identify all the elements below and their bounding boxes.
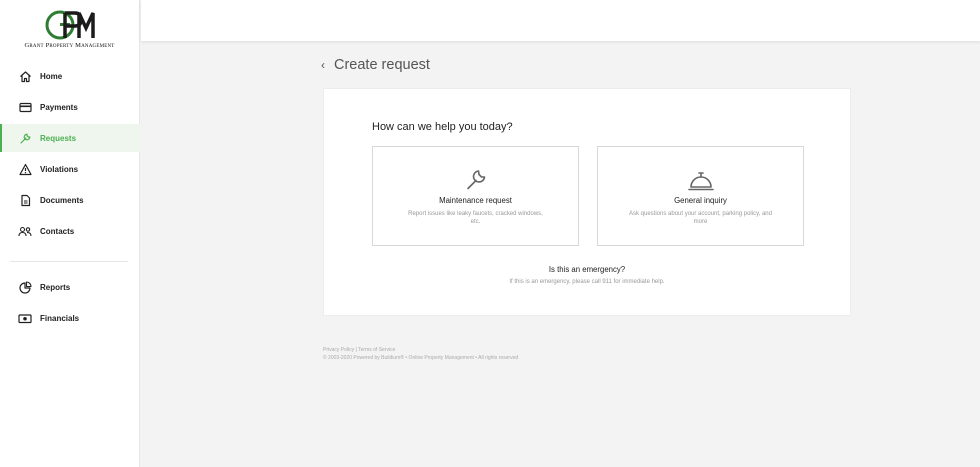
service-bell-icon bbox=[598, 167, 803, 193]
sidebar-item-label: Reports bbox=[40, 282, 71, 292]
sidebar-item-payments[interactable]: Payments bbox=[0, 93, 140, 121]
sidebar-item-label: Contacts bbox=[40, 226, 75, 236]
sidebar-item-label: Documents bbox=[40, 195, 84, 205]
sidebar-item-label: Requests bbox=[40, 133, 77, 143]
sidebar-item-reports[interactable]: Reports bbox=[0, 273, 140, 301]
credit-card-icon bbox=[18, 100, 32, 114]
option-description: Report issues like leaky faucets, cracke… bbox=[408, 211, 543, 225]
privacy-policy-link[interactable]: Privacy Policy bbox=[323, 347, 354, 353]
terms-of-service-link[interactable]: Terms of Service bbox=[358, 347, 395, 353]
top-bar bbox=[141, 0, 980, 41]
brand-logo[interactable]: Grant Property Management bbox=[0, 0, 139, 60]
brand-name: Grant Property Management bbox=[24, 42, 115, 49]
pie-chart-icon bbox=[18, 280, 32, 294]
sidebar-item-label: Violations bbox=[40, 164, 79, 174]
page-header: ‹ Create request bbox=[321, 57, 430, 73]
request-card: How can we help you today? Maintenance r… bbox=[323, 88, 851, 316]
sidebar-item-label: Home bbox=[40, 71, 63, 81]
maintenance-request-option[interactable]: Maintenance request Report issues like l… bbox=[372, 146, 579, 246]
footer: Privacy Policy | Terms of Service © 2003… bbox=[323, 347, 518, 362]
home-icon bbox=[18, 69, 32, 83]
copyright-text: © 2003-2020 Powered by Buildium® • Onlin… bbox=[323, 354, 519, 361]
sidebar-item-home[interactable]: Home bbox=[0, 62, 140, 90]
warning-icon bbox=[18, 162, 32, 176]
sidebar-item-financials[interactable]: Financials bbox=[0, 304, 140, 332]
emergency-title: Is this an emergency? bbox=[548, 265, 626, 274]
wrench-icon bbox=[373, 167, 578, 193]
cash-icon bbox=[18, 311, 32, 325]
sidebar-item-contacts[interactable]: Contacts bbox=[0, 217, 140, 245]
emergency-description: If this is an emergency, please call 911… bbox=[509, 279, 665, 285]
wrench-icon bbox=[18, 131, 32, 145]
footer-separator: | bbox=[355, 347, 357, 353]
sidebar-item-violations[interactable]: Violations bbox=[0, 155, 140, 183]
general-inquiry-option[interactable]: General inquiry Ask questions about your… bbox=[597, 146, 804, 246]
sidebar-divider bbox=[10, 261, 128, 262]
help-question: How can we help you today? bbox=[372, 121, 513, 133]
option-description: Ask questions about your account, parkin… bbox=[629, 211, 772, 225]
sidebar: Grant Property Management Home Payments … bbox=[0, 0, 140, 467]
back-chevron-icon[interactable]: ‹ bbox=[321, 59, 325, 71]
page-title: Create request bbox=[334, 57, 430, 73]
option-title: General inquiry bbox=[674, 196, 727, 205]
sidebar-item-requests[interactable]: Requests bbox=[0, 124, 140, 152]
contacts-icon bbox=[18, 224, 32, 238]
gpm-logo-icon bbox=[45, 10, 95, 40]
sidebar-item-label: Financials bbox=[40, 313, 80, 323]
sidebar-item-label: Payments bbox=[40, 102, 78, 112]
sidebar-item-documents[interactable]: Documents bbox=[0, 186, 140, 214]
option-title: Maintenance request bbox=[439, 196, 512, 205]
document-icon bbox=[18, 193, 32, 207]
